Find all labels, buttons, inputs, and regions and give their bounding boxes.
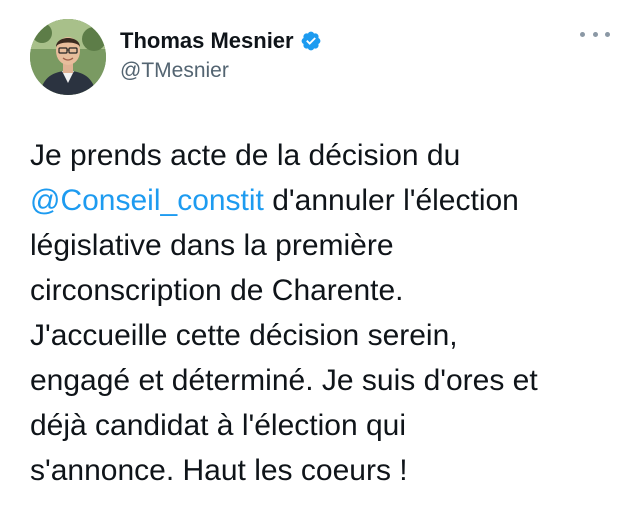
tweet-line: législative dans la première [30, 229, 394, 262]
display-name[interactable]: Thomas Mesnier [120, 27, 294, 55]
verified-badge-icon [300, 30, 322, 52]
name-row: Thomas Mesnier [120, 27, 322, 55]
tweet-line: circonscription de Charente. [30, 274, 404, 307]
author-info: Thomas Mesnier @TMesnier [120, 27, 322, 85]
user-handle[interactable]: @TMesnier [120, 57, 322, 85]
more-dot [605, 31, 610, 37]
avatar-image [30, 19, 106, 95]
tweet-line: s'annonce. Haut les coeurs ! [30, 454, 408, 487]
more-dot [580, 31, 585, 37]
tweet-text: Je prends acte de la décision du @Consei… [30, 133, 620, 493]
mention-link[interactable]: @Conseil_constit [30, 184, 264, 217]
tweet-line-text: d'annuler l'élection [263, 184, 519, 217]
more-options-icon[interactable] [580, 24, 610, 44]
tweet-line: Je prends acte de la décision du [30, 139, 461, 172]
more-dot [592, 31, 598, 37]
tweet-line: déjà candidat à l'élection qui [30, 409, 406, 442]
tweet-line: @Conseil_constit d'annuler l'élection [30, 178, 620, 223]
tweet: Thomas Mesnier @TMesnier Je prends acte … [0, 0, 640, 515]
tweet-line: engagé et déterminé. Je suis d'ores et [30, 364, 538, 397]
tweet-line: J'accueille cette décision serein, [30, 319, 458, 352]
avatar[interactable] [30, 19, 106, 95]
